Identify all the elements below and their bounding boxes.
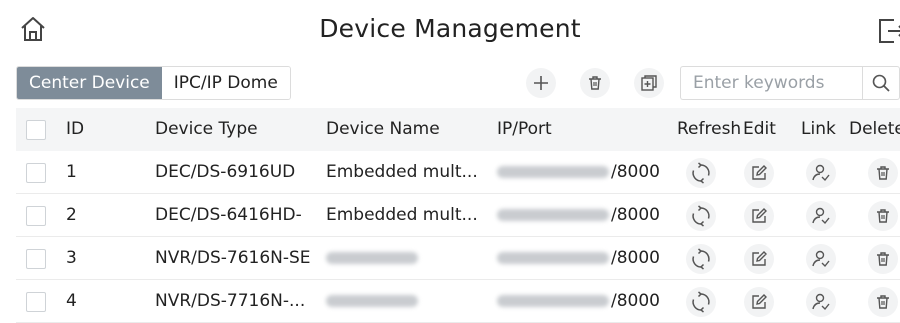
- cell-device-name: Embedded mult...: [326, 205, 478, 225]
- exit-icon[interactable]: [876, 16, 900, 46]
- cell-device-type: NVR/DS-7716N-...: [155, 291, 306, 311]
- trash-icon[interactable]: [868, 158, 898, 188]
- table-row[interactable]: 1 DEC/DS-6916UD Embedded mult... /8000: [16, 151, 900, 194]
- refresh-icon[interactable]: [686, 244, 716, 274]
- cell-device-name: Embedded mult...: [326, 162, 478, 182]
- column-header-refresh: Refresh: [677, 119, 742, 139]
- ip-redacted: [497, 209, 609, 221]
- search-icon[interactable]: [862, 66, 900, 100]
- ip-redacted: [497, 252, 609, 264]
- edit-icon[interactable]: [744, 244, 774, 274]
- refresh-icon[interactable]: [686, 287, 716, 317]
- device-table: ID Device Type Device Name IP/Port Refre…: [16, 108, 900, 323]
- cell-ip-port: /8000: [497, 151, 660, 194]
- cell-id: 2: [66, 205, 77, 225]
- ip-redacted: [497, 166, 609, 178]
- cell-port: /8000: [611, 205, 660, 225]
- cell-ip-port: /8000: [497, 194, 660, 237]
- select-all-checkbox[interactable]: [26, 120, 46, 140]
- cell-device-type: NVR/DS-7616N-SE: [155, 248, 311, 268]
- link-user-icon[interactable]: [806, 244, 836, 274]
- cell-ip-port: /8000: [497, 280, 660, 323]
- row-checkbox[interactable]: [26, 163, 46, 183]
- edit-icon[interactable]: [744, 158, 774, 188]
- cell-device-name-redacted: [326, 280, 420, 323]
- refresh-icon[interactable]: [686, 158, 716, 188]
- cell-device-name-redacted: [326, 237, 420, 280]
- toolbar: Center Device IPC/IP Dome: [0, 64, 900, 102]
- header: Device Management: [0, 0, 900, 64]
- cell-id: 1: [66, 162, 77, 182]
- row-checkbox[interactable]: [26, 292, 46, 312]
- column-header-id: ID: [66, 119, 85, 139]
- table-row[interactable]: 3 NVR/DS-7616N-SE/8000: [16, 237, 900, 280]
- link-user-icon[interactable]: [806, 158, 836, 188]
- column-header-link: Link: [801, 119, 836, 139]
- column-header-delete: Delete: [849, 119, 900, 139]
- table-header: ID Device Type Device Name IP/Port Refre…: [16, 108, 900, 151]
- trash-icon[interactable]: [580, 68, 610, 98]
- cell-device-type: DEC/DS-6416HD-: [155, 205, 302, 225]
- cell-port: /8000: [611, 248, 660, 268]
- trash-icon[interactable]: [868, 201, 898, 231]
- column-header-ip-port: IP/Port: [497, 119, 552, 139]
- cell-id: 4: [66, 291, 77, 311]
- column-header-device-name: Device Name: [326, 119, 440, 139]
- add-box-icon[interactable]: [634, 68, 664, 98]
- link-user-icon[interactable]: [806, 287, 836, 317]
- search-input[interactable]: [681, 67, 862, 99]
- column-header-device-type: Device Type: [155, 119, 258, 139]
- row-checkbox[interactable]: [26, 206, 46, 226]
- cell-ip-port: /8000: [497, 237, 660, 280]
- row-checkbox[interactable]: [26, 249, 46, 269]
- cell-port: /8000: [611, 162, 660, 182]
- edit-icon[interactable]: [744, 201, 774, 231]
- edit-icon[interactable]: [744, 287, 774, 317]
- page-title: Device Management: [319, 14, 581, 43]
- tab-ipc-ip-dome[interactable]: IPC/IP Dome: [161, 67, 290, 99]
- link-user-icon[interactable]: [806, 201, 836, 231]
- table-row[interactable]: 2 DEC/DS-6416HD- Embedded mult... /8000: [16, 194, 900, 237]
- cell-device-type: DEC/DS-6916UD: [155, 162, 296, 182]
- cell-port: /8000: [611, 291, 660, 311]
- device-tabs: Center Device IPC/IP Dome: [16, 66, 291, 100]
- cell-id: 3: [66, 248, 77, 268]
- search-field: [680, 66, 862, 100]
- table-row[interactable]: 4 NVR/DS-7716N-... /8000: [16, 280, 900, 323]
- ip-redacted: [497, 295, 609, 307]
- trash-icon[interactable]: [868, 287, 898, 317]
- trash-icon[interactable]: [868, 244, 898, 274]
- column-header-edit: Edit: [743, 119, 776, 139]
- tab-center-device[interactable]: Center Device: [17, 67, 162, 99]
- refresh-icon[interactable]: [686, 201, 716, 231]
- plus-icon[interactable]: [526, 68, 556, 98]
